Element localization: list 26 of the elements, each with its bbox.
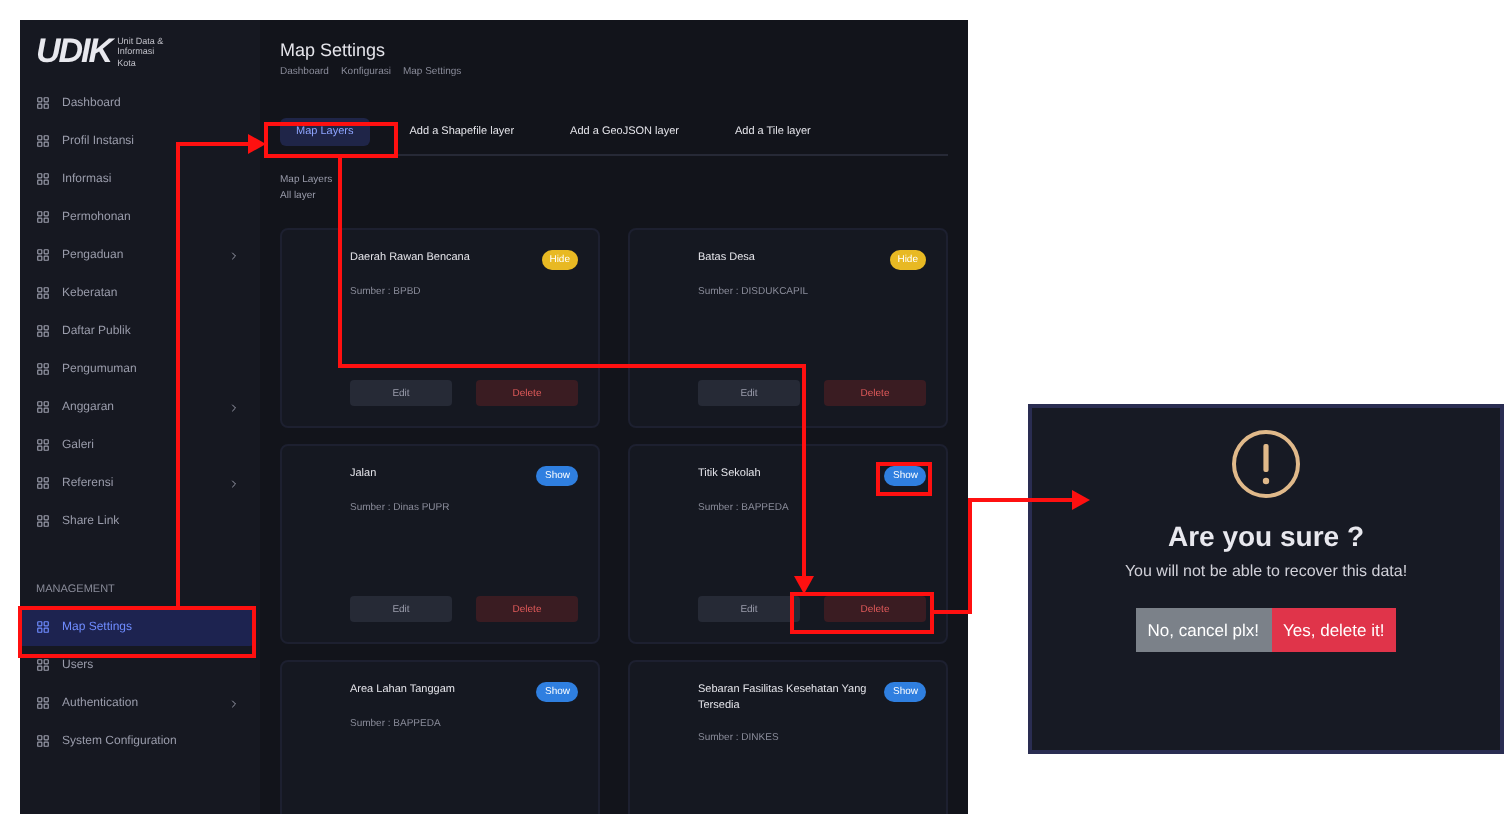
- menu-item-icon: [36, 96, 50, 110]
- menu-item-icon: [36, 324, 50, 338]
- menu-item-icon: [36, 400, 50, 414]
- menu-item-icon: [36, 172, 50, 186]
- cancel-button[interactable]: No, cancel plx!: [1135, 608, 1271, 652]
- menu-item-icon: [36, 438, 50, 452]
- highlight-box: [876, 462, 932, 496]
- highlight-box: [790, 592, 934, 634]
- menu-item-icon: [36, 476, 50, 490]
- highlight-box: [264, 122, 398, 158]
- menu-item-icon: [36, 248, 50, 262]
- logo: UDIK: [36, 32, 112, 72]
- menu-item-icon: [36, 514, 50, 528]
- menu-item-icon: [36, 658, 50, 672]
- menu-item-icon: [36, 286, 50, 300]
- menu-item-icon: [36, 134, 50, 148]
- menu-item-icon: [36, 734, 50, 748]
- menu-item-icon: [36, 210, 50, 224]
- menu-item-icon: [36, 620, 50, 634]
- confirm-button[interactable]: Yes, delete it!: [1271, 608, 1397, 652]
- dialog-title: Are you sure ?: [1167, 520, 1365, 552]
- page-title: Map Settings: [280, 40, 388, 60]
- dialog-message: You will not be able to recover this data!: [1124, 562, 1408, 580]
- warning-icon: [1230, 428, 1302, 500]
- menu-item-icon: [36, 696, 50, 710]
- menu-item-icon: [36, 362, 50, 376]
